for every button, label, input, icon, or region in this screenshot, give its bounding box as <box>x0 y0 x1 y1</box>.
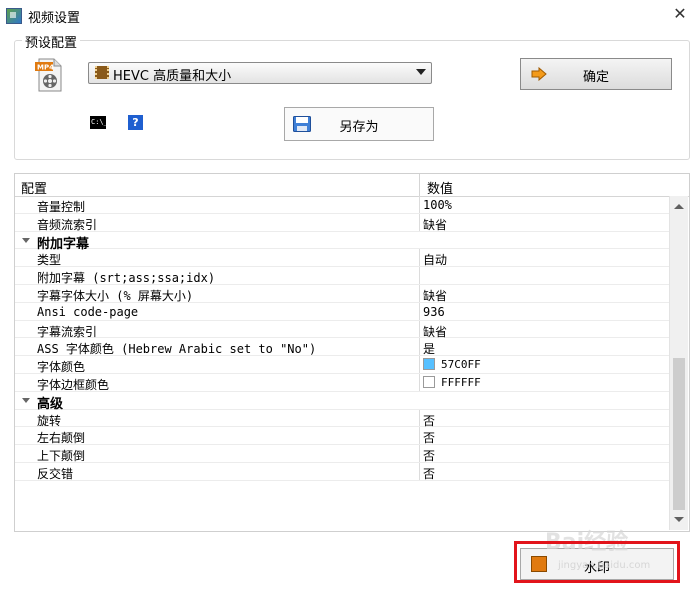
chevron-down-icon <box>416 69 426 75</box>
row-value[interactable]: 缺省 <box>423 216 447 233</box>
table-row[interactable]: Ansi code-page 936 <box>15 302 669 321</box>
row-key: 字体边框颜色 <box>37 378 110 392</box>
scroll-up-icon[interactable] <box>674 204 684 209</box>
row-key: 音量控制 <box>37 200 86 214</box>
help-icon[interactable]: ? <box>128 115 143 130</box>
app-icon <box>6 8 22 24</box>
table-row[interactable]: ASS 字体颜色 (Hebrew Arabic set to "No") 是 <box>15 338 669 356</box>
row-key: 类型 <box>37 253 62 268</box>
save-as-button-label: 另存为 <box>339 120 379 135</box>
collapse-icon[interactable] <box>22 237 30 243</box>
row-divider <box>419 409 420 427</box>
table-row[interactable]: 字幕字体大小 (% 屏幕大小) 缺省 <box>15 285 669 303</box>
row-key: 音频流索引 <box>37 217 98 232</box>
close-icon[interactable]: ✕ <box>670 4 690 24</box>
table-row[interactable]: 字体颜色 57C0FF <box>15 356 669 374</box>
window-title: 视频设置 <box>28 11 81 26</box>
row-divider <box>419 285 420 302</box>
row-value[interactable]: 缺省 <box>423 323 447 340</box>
table-row[interactable]: 音频流索引 缺省 <box>15 213 669 233</box>
row-value[interactable]: 缺省 <box>423 287 447 304</box>
table-category-row[interactable]: 高级 <box>15 392 669 412</box>
table-row[interactable]: 旋转 否 <box>15 409 669 429</box>
preset-select[interactable]: HEVC 高质量和大小 <box>88 62 432 84</box>
row-divider <box>419 338 420 356</box>
color-swatch[interactable] <box>423 376 435 388</box>
row-divider <box>419 302 420 320</box>
scroll-thumb[interactable] <box>673 358 685 510</box>
row-divider <box>419 427 420 445</box>
row-divider <box>419 267 420 284</box>
row-value[interactable]: 自动 <box>423 251 447 268</box>
row-key: 旋转 <box>37 413 62 428</box>
row-value[interactable]: 否 <box>423 412 435 429</box>
command-line-icon[interactable]: C:\_ <box>90 116 106 129</box>
table-row[interactable]: 左右颠倒 否 <box>15 427 669 445</box>
table-row[interactable]: 音量控制 100% <box>15 196 669 214</box>
svg-text:MP4: MP4 <box>37 64 54 72</box>
table-body: 音量控制 100% 音频流索引 缺省 附加字幕 类型 自动 附加字幕 (srt;ass;ssa… <box>15 196 669 531</box>
row-divider <box>419 213 420 231</box>
row-divider <box>419 374 420 391</box>
preset-group-label: 预设配置 <box>22 32 81 51</box>
vertical-scrollbar[interactable] <box>669 196 688 530</box>
scroll-down-icon[interactable] <box>674 517 684 522</box>
row-value[interactable]: 否 <box>423 447 435 464</box>
row-key: 字体颜色 <box>37 360 86 375</box>
ok-button-label: 确定 <box>582 70 609 85</box>
column-header-config[interactable]: 配置 <box>21 178 47 197</box>
preset-selected-value: HEVC 高质量和大小 <box>113 69 232 84</box>
table-row[interactable]: 附加字幕 (srt;ass;ssa;idx) <box>15 267 669 285</box>
watermark-button[interactable]: 水印 <box>520 548 674 580</box>
row-divider <box>419 196 420 213</box>
color-swatch[interactable] <box>423 358 435 371</box>
column-header-value[interactable]: 数值 <box>427 178 453 197</box>
row-divider <box>419 463 420 480</box>
row-value[interactable]: 57C0FF <box>441 358 481 371</box>
settings-table: 配置 数值 音量控制 100% 音频流索引 缺省 附加字幕 类型 自动 附加字幕 (srt;a… <box>14 173 690 532</box>
row-divider <box>419 320 420 338</box>
title-bar: 视频设置 ✕ <box>0 0 700 30</box>
row-key: Ansi code-page <box>37 304 139 319</box>
row-key: 反交错 <box>37 467 74 481</box>
table-row[interactable]: 上下颠倒 否 <box>15 445 669 463</box>
save-as-button[interactable]: 另存为 <box>284 107 434 141</box>
row-divider <box>419 356 420 373</box>
table-row[interactable]: 字幕流索引 缺省 <box>15 320 669 340</box>
mp4-file-icon: MP4 <box>35 58 62 92</box>
table-row[interactable]: 类型 自动 <box>15 249 669 267</box>
row-key: 附加字幕 (srt;ass;ssa;idx) <box>37 271 216 286</box>
row-value[interactable]: 100% <box>423 198 452 212</box>
row-value[interactable]: 否 <box>423 429 435 446</box>
ok-button[interactable]: 确定 <box>520 58 672 90</box>
row-divider <box>419 445 420 462</box>
table-category-row[interactable]: 附加字幕 <box>15 232 669 252</box>
table-header: 配置 数值 <box>15 174 689 197</box>
row-key: 左右颠倒 <box>37 431 86 446</box>
row-key: ASS 字体颜色 (Hebrew Arabic set to "No") <box>37 342 317 357</box>
row-divider <box>419 249 420 267</box>
film-icon <box>95 66 109 79</box>
column-divider[interactable] <box>419 174 420 196</box>
row-value[interactable]: 是 <box>423 340 435 357</box>
table-row[interactable]: 反交错 否 <box>15 463 669 481</box>
row-key: 字幕流索引 <box>37 324 98 339</box>
row-value[interactable]: 否 <box>423 465 435 482</box>
row-key: 字幕字体大小 (% 屏幕大小) <box>37 289 194 303</box>
row-key: 上下颠倒 <box>37 449 86 464</box>
table-row[interactable]: 字体边框颜色 FFFFFF <box>15 374 669 392</box>
row-value[interactable]: FFFFFF <box>441 376 481 389</box>
row-value[interactable]: 936 <box>423 305 445 319</box>
watermark-button-label: 水印 <box>583 561 610 576</box>
collapse-icon[interactable] <box>22 397 30 403</box>
